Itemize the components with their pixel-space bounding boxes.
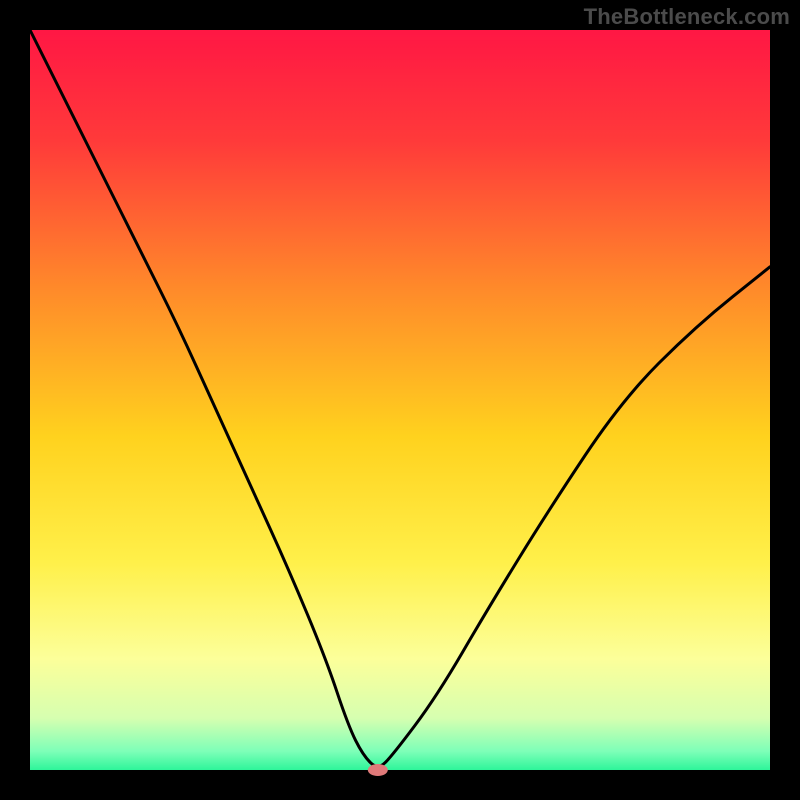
chart-frame: TheBottleneck.com (0, 0, 800, 800)
optimum-marker (368, 764, 388, 776)
bottleneck-chart (0, 0, 800, 800)
plot-background (30, 30, 770, 770)
